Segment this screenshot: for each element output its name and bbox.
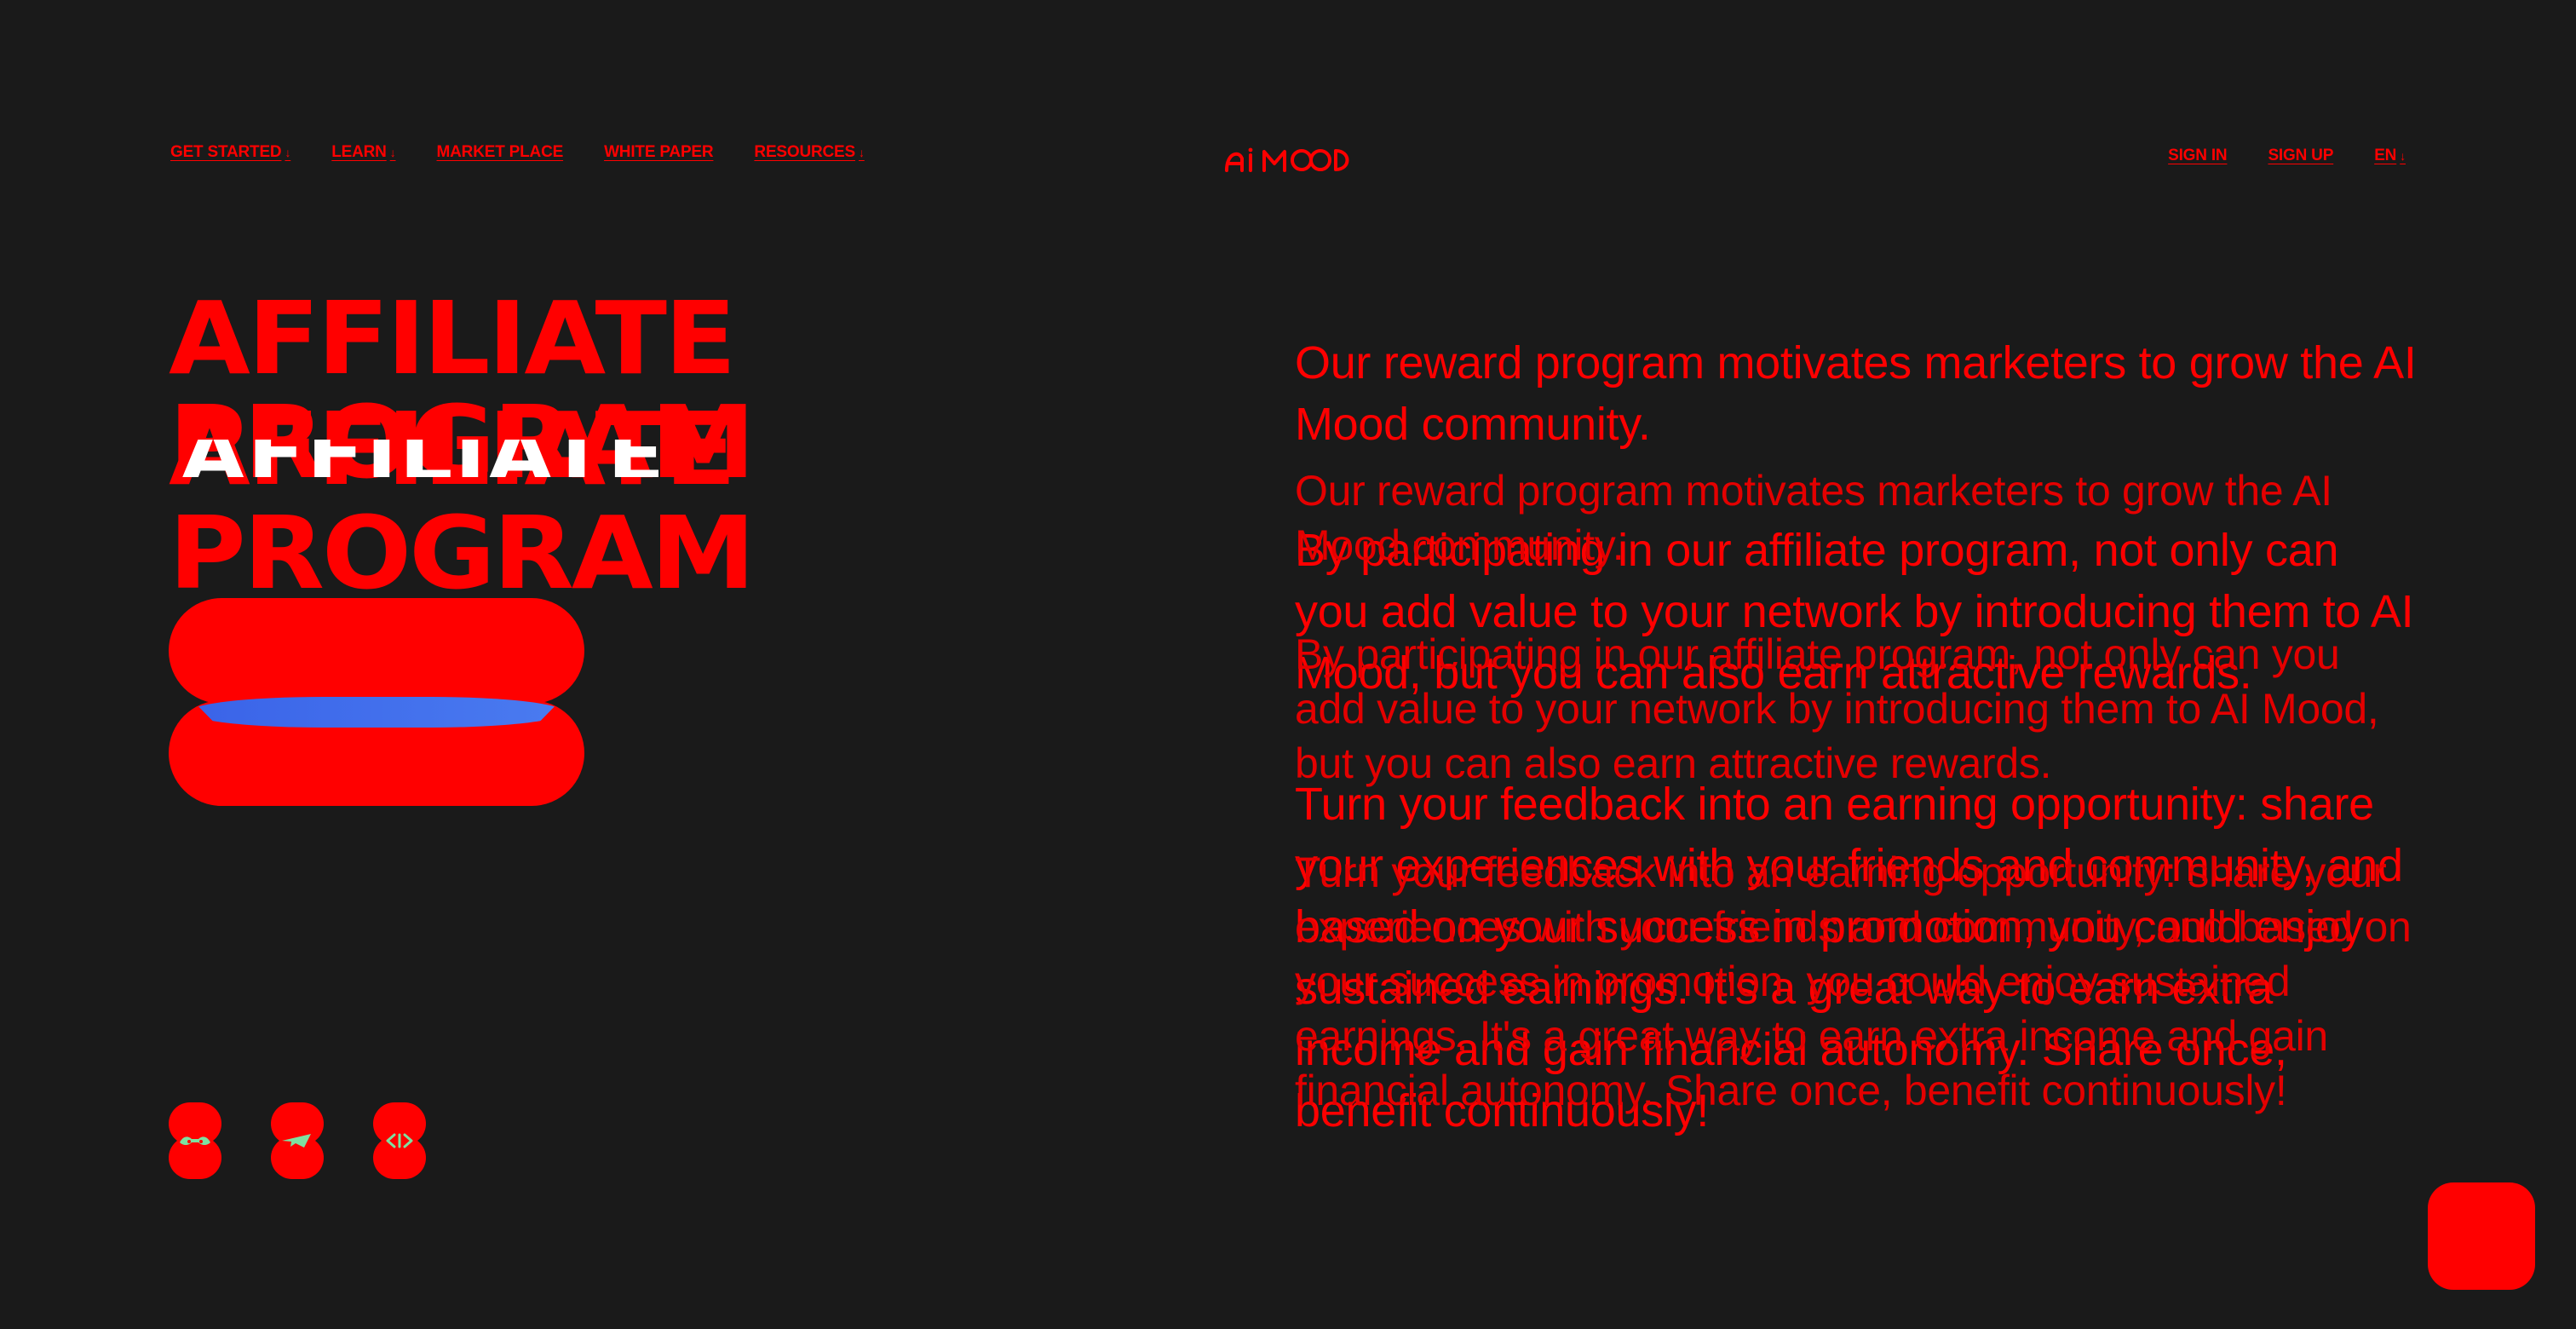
cta-pill-top (169, 598, 584, 704)
nav-resources[interactable]: RESOURCES ↓ (754, 143, 865, 162)
nav-get-started-label: GET STARTED (170, 143, 282, 161)
discord-icon (169, 1128, 221, 1154)
page-title-line-1: AFFILIATE (169, 279, 737, 397)
page: GET STARTED ↓ LEARN ↓ MARKET PLACE WHITE… (0, 0, 2576, 1329)
telegram-icon (271, 1128, 324, 1154)
chevron-down-icon: ↓ (285, 146, 291, 159)
sign-in-label: SIGN IN (2168, 147, 2228, 164)
telegram-link[interactable] (271, 1102, 324, 1179)
language-label: EN (2374, 147, 2397, 164)
nav-white-paper-label: WHITE PAPER (604, 143, 714, 161)
chevron-down-icon: ↓ (389, 146, 396, 159)
page-title-ghost: AFFILIATE PROGRAM (169, 397, 795, 605)
nav-get-started[interactable]: GET STARTED ↓ (170, 143, 290, 162)
benefits-paragraph-ghost: By participating in our affiliate progra… (1295, 630, 2379, 787)
ai-mood-logo-icon (1225, 147, 1349, 172)
chat-button[interactable] (2428, 1182, 2535, 1290)
intro-paragraph: Our reward program motivates marketers t… (1295, 337, 2417, 450)
chevron-down-icon: ↓ (2400, 149, 2406, 163)
primary-nav: GET STARTED ↓ LEARN ↓ MARKET PLACE WHITE… (170, 143, 865, 162)
page-title-ghost-line-2: PROGRAM (169, 494, 756, 612)
join-program-button[interactable] (169, 598, 584, 806)
earnings-paragraph-ghost: Turn your feedback into an earning oppor… (1295, 849, 2412, 1114)
cta-highlight (189, 697, 564, 728)
logo[interactable] (1223, 145, 1353, 174)
language-selector[interactable]: EN ↓ (2374, 147, 2406, 165)
discord-link[interactable] (169, 1102, 221, 1179)
nav-market-place-label: MARKET PLACE (436, 143, 564, 161)
intro-paragraph-ghost: Our reward program motivates marketers t… (1295, 467, 2332, 569)
x-twitter-link[interactable] (373, 1102, 426, 1179)
x-twitter-icon (373, 1128, 426, 1154)
nav-learn[interactable]: LEARN ↓ (331, 143, 395, 162)
nav-learn-label: LEARN (331, 143, 387, 161)
nav-resources-label: RESOURCES (754, 143, 855, 161)
account-nav: SIGN IN SIGN UP EN ↓ (2168, 147, 2406, 165)
social-links (169, 1102, 426, 1179)
sign-up-label: SIGN UP (2268, 147, 2334, 164)
sign-in-link[interactable]: SIGN IN (2168, 147, 2228, 165)
sign-up-link[interactable]: SIGN UP (2268, 147, 2333, 165)
chevron-down-icon: ↓ (858, 146, 865, 159)
nav-white-paper[interactable]: WHITE PAPER (604, 143, 714, 162)
nav-market-place[interactable]: MARKET PLACE (437, 143, 564, 162)
